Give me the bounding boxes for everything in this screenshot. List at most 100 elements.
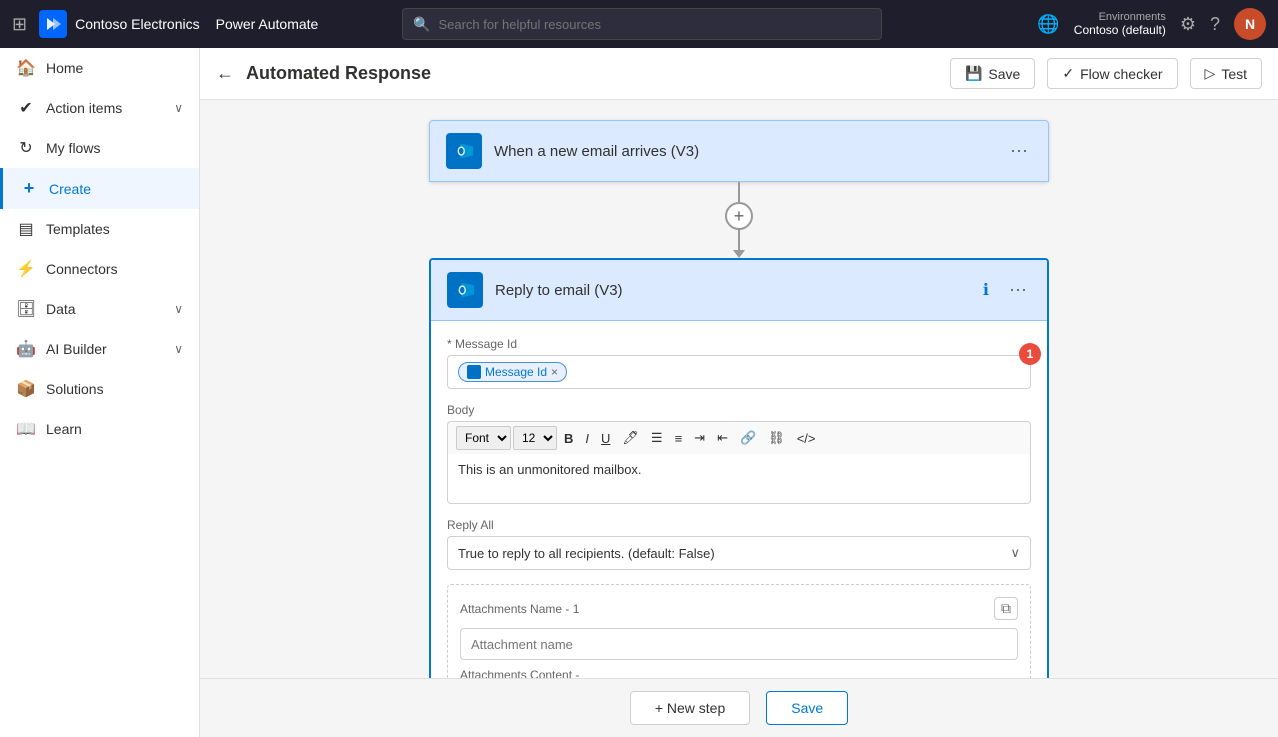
bottom-save-button[interactable]: Save xyxy=(766,691,848,725)
outlook-action-icon xyxy=(454,279,476,301)
action-body: * Message Id Message Id × 1 Body xyxy=(431,321,1047,678)
power-automate-logo-icon xyxy=(39,10,67,38)
flow-checker-label: Flow checker xyxy=(1080,66,1162,82)
trigger-menu-button[interactable]: ⋯ xyxy=(1006,137,1032,166)
environment-icon: 🌐 xyxy=(1037,14,1059,35)
attachment-name-field xyxy=(460,628,1018,660)
sidebar-label-create: Create xyxy=(49,181,183,197)
link-button[interactable]: 🔗 xyxy=(735,426,761,450)
connector-arrow xyxy=(733,250,745,258)
reply-all-select[interactable]: True to reply to all recipients. (defaul… xyxy=(447,536,1031,570)
message-id-input[interactable]: Message Id × xyxy=(447,355,1031,389)
save-button[interactable]: 💾 Save xyxy=(950,58,1035,89)
test-button[interactable]: ▷ Test xyxy=(1190,58,1262,89)
sidebar-item-home[interactable]: 🏠 Home xyxy=(0,48,199,88)
search-icon: 🔍 xyxy=(413,16,430,33)
test-label: Test xyxy=(1221,66,1247,82)
chevron-down-icon-reply: ∨ xyxy=(1010,545,1020,561)
new-step-button[interactable]: + New step xyxy=(630,691,750,725)
sidebar-item-action-items[interactable]: ✔ Action items ∨ xyxy=(0,88,199,128)
sidebar-label-action-items: Action items xyxy=(46,100,164,116)
settings-icon[interactable]: ⚙ xyxy=(1180,14,1196,35)
flow-title: Automated Response xyxy=(246,63,938,84)
flow-checker-button[interactable]: ✓ Flow checker xyxy=(1047,58,1177,89)
action-menu-button[interactable]: ⋯ xyxy=(1005,276,1031,305)
bullet-list-button[interactable]: ☰ xyxy=(646,426,668,450)
code-button[interactable]: </> xyxy=(792,426,821,450)
italic-button[interactable]: I xyxy=(580,426,594,450)
bottom-bar: + New step Save xyxy=(200,678,1278,737)
indent-button[interactable]: ⇥ xyxy=(689,426,710,450)
action-step-name: Reply to email (V3) xyxy=(495,282,967,299)
attachments-header: Attachments Name - 1 ⧉ xyxy=(460,597,1018,620)
step-connector: + xyxy=(725,182,753,258)
grid-icon[interactable]: ⊞ xyxy=(12,14,27,35)
save-label: Save xyxy=(988,66,1020,82)
action-items-icon: ✔ xyxy=(16,98,36,118)
action-step-header[interactable]: Reply to email (V3) ℹ ⋯ xyxy=(431,260,1047,321)
add-step-button[interactable]: + xyxy=(725,202,753,230)
action-step-card: Reply to email (V3) ℹ ⋯ * Message Id Mes… xyxy=(429,258,1049,678)
main-layout: 🏠 Home ✔ Action items ∨ ↻ My flows + Cre… xyxy=(0,48,1278,737)
create-icon: + xyxy=(19,178,39,199)
sidebar-item-solutions[interactable]: 📦 Solutions xyxy=(0,369,199,409)
unlink-button[interactable]: ⛓ xyxy=(763,426,790,450)
attachments-section: Attachments Name - 1 ⧉ Attachments Conte… xyxy=(447,584,1031,678)
sidebar-item-templates[interactable]: ▤ Templates xyxy=(0,209,199,249)
data-icon: 🗄 xyxy=(16,299,36,319)
sidebar-item-connectors[interactable]: ⚡ Connectors xyxy=(0,249,199,289)
message-id-label: * Message Id xyxy=(447,337,1031,351)
bold-button[interactable]: B xyxy=(559,426,578,450)
highlight-button[interactable]: 🖊 xyxy=(617,426,644,450)
back-button[interactable]: ← xyxy=(216,63,234,84)
reply-all-row: Reply All True to reply to all recipient… xyxy=(447,518,1031,570)
sidebar-item-my-flows[interactable]: ↻ My flows xyxy=(0,128,199,168)
message-id-token-close[interactable]: × xyxy=(551,365,558,379)
body-row: Body Font 12 B I U 🖊 ☰ xyxy=(447,403,1031,504)
ai-builder-icon: 🤖 xyxy=(16,339,36,359)
underline-button[interactable]: U xyxy=(596,426,615,450)
ordered-list-button[interactable]: ≡ xyxy=(670,426,688,450)
flow-toolbar: ← Automated Response 💾 Save ✓ Flow check… xyxy=(200,48,1278,100)
environment-selector[interactable]: Environments Contoso (default) xyxy=(1074,11,1166,37)
home-icon: 🏠 xyxy=(16,58,36,78)
trigger-step-name: When a new email arrives (V3) xyxy=(494,143,994,160)
outlook-icon xyxy=(453,140,475,162)
connector-line-1 xyxy=(738,182,740,202)
trigger-step-header[interactable]: When a new email arrives (V3) ⋯ xyxy=(429,120,1049,182)
copy-button[interactable]: ⧉ xyxy=(994,597,1018,620)
attachments-name-label: Attachments Name - 1 xyxy=(460,602,579,616)
flow-checker-icon: ✓ xyxy=(1062,65,1074,82)
sidebar-label-solutions: Solutions xyxy=(46,381,183,397)
help-icon[interactable]: ? xyxy=(1210,14,1220,35)
sidebar-label-connectors: Connectors xyxy=(46,261,183,277)
flows-icon: ↻ xyxy=(16,138,36,158)
content-area: ← Automated Response 💾 Save ✓ Flow check… xyxy=(200,48,1278,737)
editor-toolbar: Font 12 B I U 🖊 ☰ ≡ ⇥ ⇤ xyxy=(447,421,1031,454)
search-input[interactable] xyxy=(438,17,871,32)
attachment-content-field: Attachments Content - 1 xyxy=(460,668,1018,678)
sidebar-item-learn[interactable]: 📖 Learn xyxy=(0,409,199,449)
font-select[interactable]: Font xyxy=(456,426,511,450)
save-icon: 💾 xyxy=(965,65,982,82)
sidebar-label-learn: Learn xyxy=(46,421,183,437)
company-name: Contoso Electronics xyxy=(75,16,200,32)
badge-1: 1 xyxy=(1019,343,1041,365)
sidebar-item-data[interactable]: 🗄 Data ∨ xyxy=(0,289,199,329)
attachment-name-input[interactable] xyxy=(460,628,1018,660)
font-size-select[interactable]: 12 xyxy=(513,426,557,450)
outdent-button[interactable]: ⇤ xyxy=(712,426,733,450)
user-avatar[interactable]: N xyxy=(1234,8,1266,40)
sidebar-item-ai-builder[interactable]: 🤖 AI Builder ∨ xyxy=(0,329,199,369)
message-id-row: * Message Id Message Id × 1 xyxy=(447,337,1031,389)
sidebar-label-ai-builder: AI Builder xyxy=(46,341,164,357)
sidebar-label-data: Data xyxy=(46,301,164,317)
sidebar-label-templates: Templates xyxy=(46,221,183,237)
sidebar-item-create[interactable]: + Create xyxy=(0,168,199,209)
search-bar[interactable]: 🔍 xyxy=(402,8,882,40)
learn-icon: 📖 xyxy=(16,419,36,439)
body-editor[interactable]: This is an unmonitored mailbox. xyxy=(447,454,1031,504)
trigger-icon-box xyxy=(446,133,482,169)
sidebar: 🏠 Home ✔ Action items ∨ ↻ My flows + Cre… xyxy=(0,48,200,737)
info-button[interactable]: ℹ xyxy=(979,276,993,304)
